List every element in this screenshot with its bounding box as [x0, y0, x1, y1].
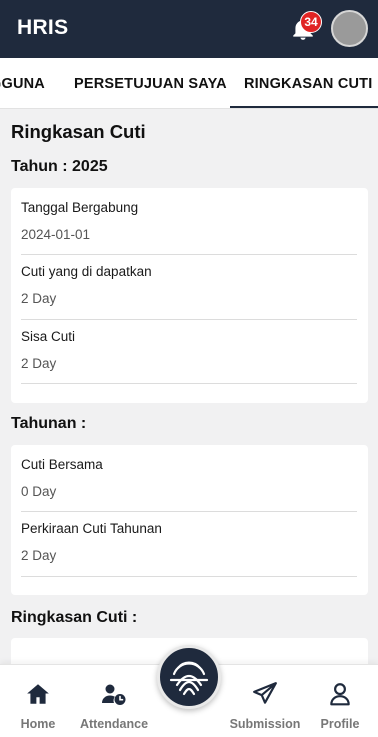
tab-persetujuan-saya[interactable]: PERSETUJUAN SAYA	[74, 58, 227, 108]
notification-badge: 34	[300, 11, 322, 33]
item-label: Cuti Bersama	[21, 457, 103, 472]
year-summary-card: Tanggal Bergabung 2024-01-01 Cuti yang d…	[11, 188, 368, 403]
item-label: Sisa Cuti	[21, 329, 76, 344]
fingerprint-button[interactable]	[157, 645, 221, 709]
tab-bar: GGUNA PERSETUJUAN SAYA RINGKASAN CUTI	[0, 58, 378, 109]
list-item: Perkiraan Cuti Tahunan 2 Day	[21, 512, 357, 577]
item-value: 2 Day	[21, 548, 57, 563]
list-item: Sisa Cuti 2 Day	[21, 320, 357, 384]
item-label: Perkiraan Cuti Tahunan	[21, 521, 162, 536]
annual-summary-card: Cuti Bersama 0 Day Perkiraan Cuti Tahuna…	[11, 445, 368, 595]
item-value: 2 Day	[21, 356, 57, 371]
summary-heading: Ringkasan Cuti :	[11, 609, 138, 626]
app-bar: HRIS 34	[0, 0, 378, 58]
annual-heading: Tahunan :	[11, 415, 87, 432]
tab-pengguna[interactable]: GGUNA	[0, 58, 45, 108]
item-label: Tanggal Bergabung	[21, 200, 139, 215]
user-clock-icon	[102, 684, 126, 705]
list-item: Tanggal Bergabung 2024-01-01	[21, 188, 357, 255]
item-label: Cuti yang di dapatkan	[21, 264, 152, 279]
nav-submission-label: Submission	[229, 717, 301, 731]
fingerprint-icon	[169, 661, 209, 696]
nav-profile[interactable]: Profile	[300, 665, 378, 737]
year-heading: Tahun : 2025	[11, 158, 108, 175]
nav-attendance-label: Attendance	[79, 717, 149, 731]
app-title: HRIS	[17, 16, 69, 39]
paper-plane-icon	[253, 682, 277, 704]
page-title: Ringkasan Cuti	[11, 121, 146, 142]
home-icon	[27, 684, 49, 704]
nav-profile-label: Profile	[320, 717, 360, 731]
tab-ringkasan-cuti[interactable]: RINGKASAN CUTI	[230, 58, 378, 108]
nav-home[interactable]: Home	[0, 665, 78, 737]
list-item: Cuti yang di dapatkan 2 Day	[21, 255, 357, 320]
nav-home-label: Home	[20, 717, 56, 731]
list-item: Cuti Bersama 0 Day	[21, 445, 357, 512]
avatar[interactable]	[331, 10, 368, 47]
item-value: 2 Day	[21, 291, 57, 306]
item-value: 2024-01-01	[21, 227, 91, 242]
user-icon	[330, 683, 350, 706]
item-value: 0 Day	[21, 484, 57, 499]
nav-submission[interactable]: Submission	[225, 665, 305, 737]
nav-attendance[interactable]: Attendance	[74, 665, 154, 737]
